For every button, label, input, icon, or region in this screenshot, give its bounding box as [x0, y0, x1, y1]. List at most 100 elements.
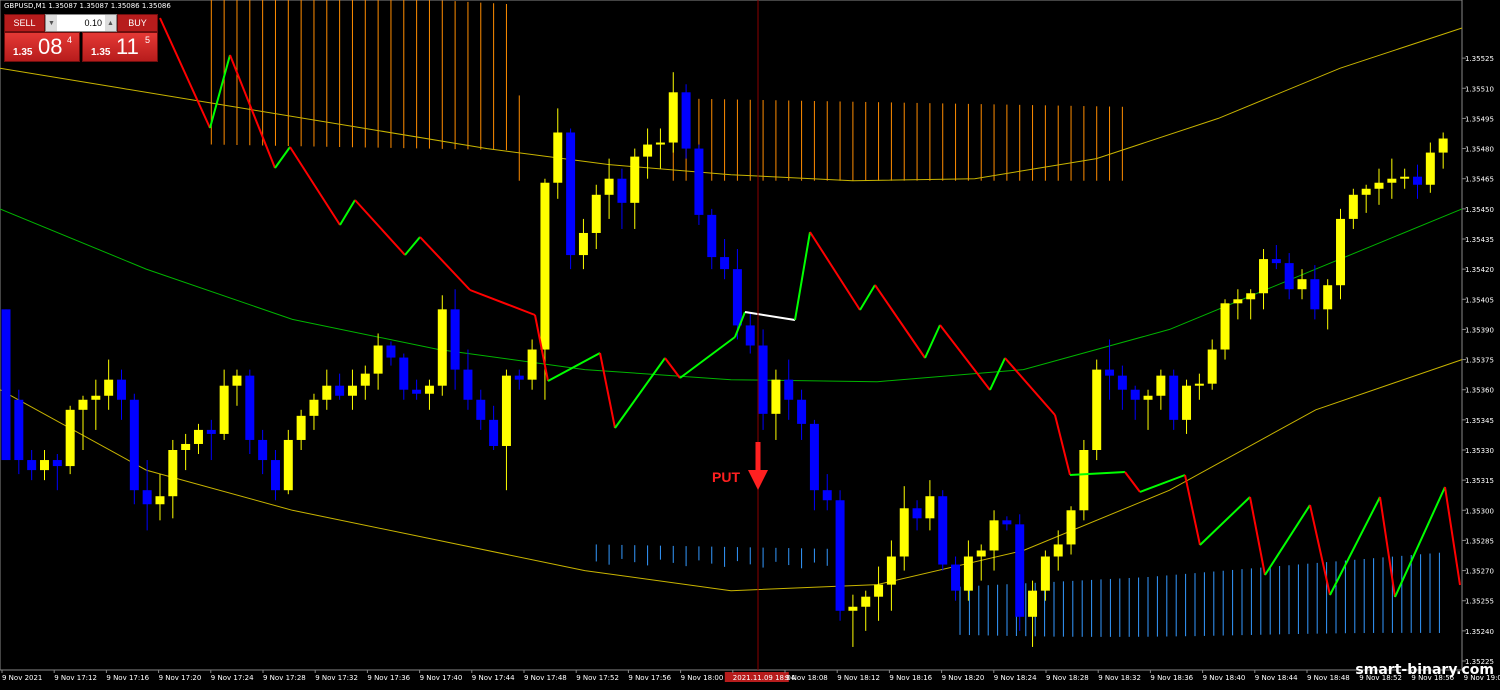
candle-body	[335, 385, 345, 396]
sell-price-button[interactable]: 1.35 08 4	[4, 32, 80, 62]
candle-body	[27, 460, 37, 471]
zigzag-segment	[1394, 486, 1446, 598]
x-tick-label: 9 Nov 17:36	[367, 674, 410, 682]
x-tick-label: 9 Nov 18:20	[942, 674, 985, 682]
candle-body	[116, 379, 126, 400]
candle-body	[1130, 389, 1140, 400]
zigzag-segment	[289, 146, 341, 226]
x-tick-label: 9 Nov 2021	[2, 674, 42, 682]
x-tick-label: 9 Nov 17:32	[315, 674, 358, 682]
candle-body	[193, 429, 203, 444]
candle-body	[1438, 138, 1448, 153]
y-tick-label: 1.35360	[1465, 387, 1494, 395]
zigzag-segment	[859, 284, 876, 311]
zigzag-segment	[809, 231, 861, 311]
price-chart[interactable]: 1.355251.355101.354951.354801.354651.354…	[0, 0, 1500, 690]
candle-body	[386, 345, 396, 358]
candle-body	[1040, 556, 1050, 591]
candle-body	[1092, 369, 1102, 450]
middle-band-line	[0, 208, 1463, 383]
x-tick-label: 9 Nov 17:24	[211, 674, 254, 682]
candle-body	[52, 460, 62, 467]
candle-body	[822, 490, 832, 501]
zigzag-segment	[1379, 496, 1396, 598]
watermark: smart-binary.com	[1355, 662, 1494, 678]
y-tick-label: 1.35525	[1465, 55, 1494, 63]
candle-body	[1066, 510, 1076, 545]
y-tick-label: 1.35330	[1465, 447, 1494, 455]
candle-body	[65, 409, 75, 467]
x-tick-label: 9 Nov 18:28	[1046, 674, 1089, 682]
candle-body	[1169, 375, 1179, 420]
x-tick-label: 9 Nov 18:36	[1150, 674, 1193, 682]
x-tick-label: 9 Nov 18:08	[785, 674, 828, 682]
zigzag-segment	[939, 324, 991, 391]
buy-price-button[interactable]: 1.35 11 5	[82, 32, 158, 62]
lot-increase-icon[interactable]: ▲	[105, 15, 116, 31]
candle-body	[668, 92, 678, 143]
zigzag-segment	[1054, 414, 1071, 476]
candle-body	[1002, 520, 1012, 525]
zigzag-segment	[1004, 357, 1056, 416]
candle-body	[104, 379, 114, 396]
candle-body	[694, 148, 704, 215]
zigzag-segment	[679, 336, 736, 379]
candle-body	[720, 257, 730, 270]
candle-body	[784, 379, 794, 400]
candle-body	[655, 142, 665, 145]
buy-price-prefix: 1.35	[91, 47, 111, 58]
sell-button[interactable]: SELL	[4, 14, 45, 32]
candle-body	[1271, 259, 1281, 264]
y-tick-label: 1.35315	[1465, 477, 1494, 485]
x-tick-label: 9 Nov 17:40	[420, 674, 463, 682]
trade-panel-prices: 1.35 08 4 1.35 11 5	[4, 32, 158, 62]
candle-body	[270, 460, 280, 491]
candle-body	[1361, 188, 1371, 195]
candle-body	[181, 443, 191, 450]
zigzag-segment	[1444, 486, 1461, 586]
candle-body	[476, 399, 486, 420]
y-tick-label: 1.35285	[1465, 537, 1494, 545]
y-tick-label: 1.35270	[1465, 568, 1494, 576]
x-tick-label: 9 Nov 18:24	[994, 674, 1037, 682]
zigzag-segment	[209, 54, 231, 129]
lot-size-value[interactable]: 0.10	[57, 18, 105, 28]
candle-body	[463, 369, 473, 400]
candle-body	[925, 496, 935, 519]
zigzag-segment	[1309, 504, 1331, 596]
candle-body	[1297, 279, 1307, 290]
candle-body	[566, 132, 576, 256]
x-tick-label: 9 Nov 18:48	[1307, 674, 1350, 682]
zigzag-segment	[989, 357, 1006, 391]
candle-body	[1117, 375, 1127, 390]
candle-body	[91, 395, 101, 400]
x-tick-label: 9 Nov 17:48	[524, 674, 567, 682]
symbol-info: GBPUSD,M1 1.35087 1.35087 1.35086 1.3508…	[4, 2, 171, 10]
lot-decrease-icon[interactable]: ▼	[46, 15, 57, 31]
candle-body	[617, 178, 627, 203]
candle-body	[399, 357, 409, 390]
candle-body	[219, 385, 229, 434]
candle-body	[1259, 259, 1269, 294]
put-arrow-icon	[748, 470, 768, 490]
candle-body	[758, 345, 768, 414]
candle-body	[1079, 450, 1089, 511]
buy-button[interactable]: BUY	[117, 14, 158, 32]
candle-body	[604, 178, 614, 195]
y-tick-label: 1.35255	[1465, 598, 1494, 606]
candle-body	[168, 450, 178, 497]
candle-body	[912, 508, 922, 519]
candle-body	[360, 373, 370, 386]
zigzag-segment	[547, 352, 601, 382]
candle-body	[501, 375, 511, 446]
candle-body	[989, 520, 999, 551]
candle-body	[245, 375, 255, 440]
candle-body	[1015, 524, 1025, 617]
lot-size-field[interactable]: ▼ 0.10 ▲	[45, 14, 117, 32]
y-tick-label: 1.35495	[1465, 115, 1494, 123]
candle-body	[1387, 178, 1397, 183]
plot-frame	[0, 0, 1463, 671]
upper-band-line	[0, 27, 1463, 182]
y-tick-label: 1.35300	[1465, 507, 1494, 515]
trade-panel-top-row: SELL ▼ 0.10 ▲ BUY	[4, 14, 158, 32]
